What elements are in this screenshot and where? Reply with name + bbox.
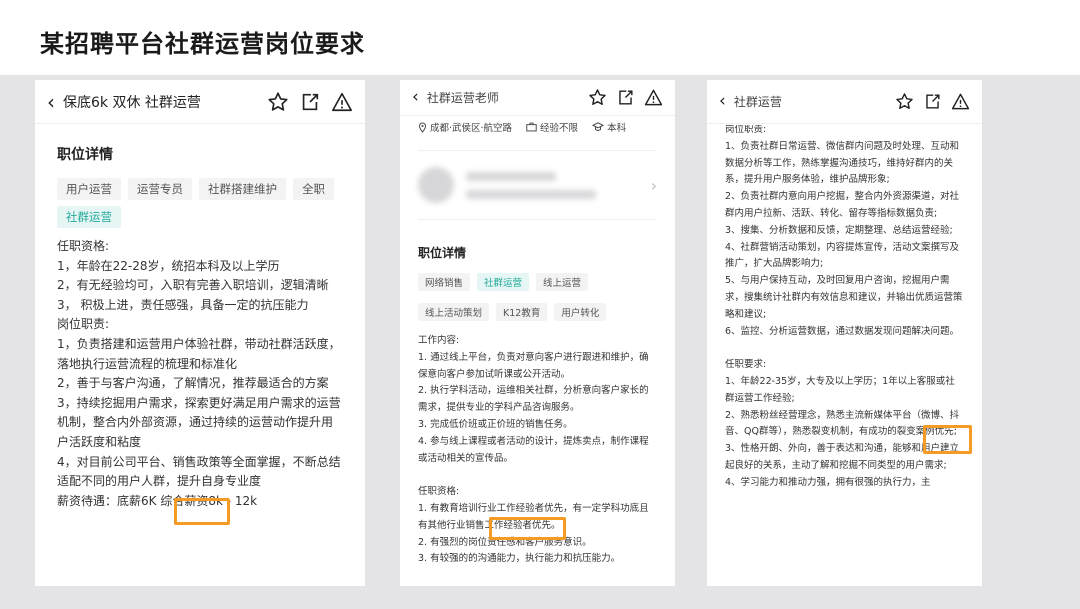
tag: 用户转化: [554, 303, 606, 321]
briefcase-icon: [526, 122, 537, 132]
job-title: 保底6k 双休 社群运营: [63, 92, 267, 112]
experience-meta: 经验不限: [526, 120, 578, 134]
job-header: ‹ 社群运营: [707, 80, 982, 124]
location-meta: 成都·武侯区·航空路: [418, 120, 512, 134]
section-title: 职位详情: [57, 144, 343, 164]
avatar: [418, 167, 454, 203]
job-description: 任职资格: 1，年龄在22-28岁，统招本科及以上学历 2，有无经验均可，入职有…: [57, 237, 343, 511]
location-text: 成都·武侯区·航空路: [430, 120, 512, 134]
tag-accent: 社群运营: [57, 206, 121, 228]
job-header: ‹ 社群运营老师: [400, 80, 675, 116]
tag: 线上活动策划: [418, 303, 489, 321]
tag-list: 网络销售 社群运营 线上运营 线上活动策划 K12教育 用户转化: [418, 273, 657, 321]
star-icon[interactable]: [588, 88, 607, 107]
job-detail-body: 职位详情 用户运营 运营专员 社群搭建维护 全职 社群运营 任职资格: 1，年龄…: [35, 125, 365, 586]
warning-icon[interactable]: [951, 92, 970, 111]
job-title: 社群运营: [734, 93, 895, 110]
graduation-cap-icon: [592, 122, 604, 132]
back-arrow-icon[interactable]: ‹: [412, 89, 419, 106]
job-meta-row: 成都·武侯区·航空路 经验不限 本科: [418, 120, 657, 134]
job-title: 社群运营老师: [427, 89, 588, 106]
share-icon[interactable]: [923, 92, 942, 111]
share-icon[interactable]: [616, 88, 635, 107]
tag: 线上运营: [536, 273, 588, 291]
slide-title: 某招聘平台社群运营岗位要求: [40, 24, 365, 59]
job-screenshot-3: ‹ 社群运营 岗位职责: 1、负责社群日常运营、微信群内问题及时处理、互动和数据…: [707, 80, 982, 586]
star-icon[interactable]: [267, 91, 289, 113]
job-detail-body: 岗位职责: 1、负责社群日常运营、微信群内问题及时处理、互动和数据分析等工作，熟…: [707, 125, 982, 586]
recruiter-card[interactable]: ›: [418, 150, 657, 220]
star-icon[interactable]: [895, 92, 914, 111]
education-text: 本科: [607, 120, 626, 134]
tag-accent: 社群运营: [477, 273, 529, 291]
share-icon[interactable]: [299, 91, 321, 113]
education-meta: 本科: [592, 120, 626, 134]
tag-list: 用户运营 运营专员 社群搭建维护 全职 社群运营: [57, 178, 343, 228]
warning-icon[interactable]: [331, 91, 353, 113]
recruiter-name-redacted: [466, 172, 556, 181]
job-header: ‹ 保底6k 双休 社群运营: [35, 80, 365, 124]
tag: K12教育: [496, 303, 547, 321]
experience-text: 经验不限: [540, 120, 578, 134]
recruiter-company-redacted: [466, 190, 596, 199]
location-pin-icon: [418, 122, 427, 133]
back-arrow-icon[interactable]: ‹: [719, 93, 726, 110]
section-title: 职位详情: [418, 244, 657, 261]
job-screenshot-2: ‹ 社群运营老师 成都·武侯区·航空路 经验不限 本科: [400, 80, 675, 586]
tag: 用户运营: [57, 178, 121, 200]
tag: 运营专员: [128, 178, 192, 200]
tag: 社群搭建维护: [199, 178, 286, 200]
job-screenshot-1: ‹ 保底6k 双休 社群运营 职位详情 用户运营 运营专员 社群搭建维护 全职 …: [35, 80, 365, 586]
tag: 网络销售: [418, 273, 470, 291]
job-description: 岗位职责: 1、负责社群日常运营、微信群内问题及时处理、互动和数据分析等工作，熟…: [725, 125, 964, 492]
job-description: 工作内容: 1. 通过线上平台，负责对意向客户进行跟进和维护，确保意向客户参加试…: [418, 333, 657, 568]
warning-icon[interactable]: [644, 88, 663, 107]
back-arrow-icon[interactable]: ‹: [47, 92, 55, 112]
tag: 全职: [293, 178, 334, 200]
job-detail-body: 成都·武侯区·航空路 经验不限 本科 › 职位详情 网络销售 社群运营 线上运营: [400, 116, 675, 586]
chevron-right-icon: ›: [651, 176, 657, 195]
